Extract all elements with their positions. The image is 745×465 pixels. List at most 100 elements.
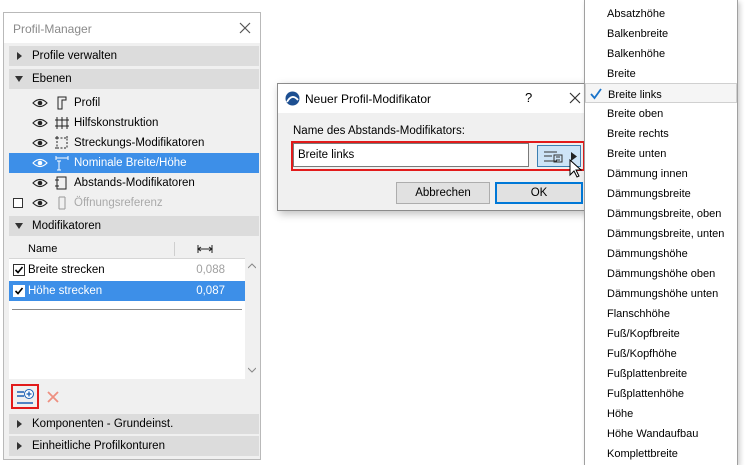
eye-icon[interactable] [32,197,48,209]
menu-item-label: Fuß/Kopfbreite [607,328,680,340]
layer-label: Nominale Breite/Höhe [74,157,187,169]
collapse-arrow-icon [15,76,23,82]
menu-item-label: Flanschhöhe [607,308,670,320]
scroll-down-icon[interactable] [248,367,256,373]
modifier-name-label: Name des Abstands-Modifikators: [293,125,465,137]
cancel-button[interactable]: Abbrechen [396,182,490,204]
modifier-value: 0,088 [196,264,225,276]
menu-item-label: Balkenbreite [607,28,669,40]
eye-icon[interactable] [32,157,48,169]
menu-item[interactable]: Breite oben [585,103,737,123]
profile-manager-panel: Profil-Manager Profile verwalten Ebenen … [3,12,261,460]
menu-item[interactable]: Breite unten [585,143,737,163]
column-header-name[interactable]: Name [28,243,57,255]
help-button[interactable]: ? [525,90,532,105]
stretch-modifier-icon [55,136,68,149]
menu-item-label: Fuß/Kopfhöhe [607,348,677,360]
menu-item-label: Dämmung innen [607,168,688,180]
menu-item[interactable]: Komplettbreite [585,443,737,463]
menu-item-label: Fußplattenhöhe [607,388,685,400]
layer-row-oeffnungsreferenz[interactable]: Öffnungsreferenz [9,193,259,213]
menu-item-label: Breite links [608,89,662,101]
close-icon[interactable] [568,91,582,105]
section-label: Einheitliche Profilkonturen [32,440,165,452]
table-row[interactable]: Höhe strecken 0,087 [9,281,245,301]
menu-item[interactable]: Breite rechts [585,123,737,143]
menu-item[interactable]: Fuß/Kopfhöhe [585,343,737,363]
menu-item-label: Breite rechts [607,128,669,140]
add-modifier-button[interactable] [11,384,39,409]
expand-arrow-icon [17,52,22,60]
layer-row-profil[interactable]: Profil [9,93,259,113]
checkbox-checked[interactable] [13,285,25,297]
visibility-checkbox[interactable] [13,198,23,208]
eye-icon[interactable] [32,97,48,109]
section-label: Ebenen [32,73,72,85]
menu-item[interactable]: Dämmungsbreite [585,183,737,203]
menu-item-label: Breite [607,68,636,80]
section-label: Profile verwalten [32,50,118,62]
add-modifier-icon [17,389,34,404]
menu-item[interactable]: Flanschhöhe [585,303,737,323]
table-row[interactable]: Breite strecken 0,088 [9,260,245,280]
scroll-up-icon[interactable] [248,263,256,269]
panel-title: Profil-Manager [13,22,92,36]
menu-item[interactable]: Absatzhöhe [585,3,737,23]
expand-arrow-icon [17,420,22,428]
layer-row-nominale-breite-hoehe[interactable]: Nominale Breite/Höhe [9,153,259,173]
menu-item[interactable]: Dämmung innen [585,163,737,183]
eye-icon[interactable] [32,177,48,189]
menu-item[interactable]: Fuß/Kopfbreite [585,323,737,343]
menu-item[interactable]: Dämmungshöhe [585,243,737,263]
section-modifikatoren[interactable]: Modifikatoren [9,216,259,236]
nominal-dimension-icon [55,156,69,171]
close-icon[interactable] [237,20,253,36]
menu-item[interactable]: Höhe Wandaufbau [585,423,737,443]
offset-modifier-icon [55,176,67,190]
section-komponenten[interactable]: Komponenten - Grundeinst. [9,414,259,434]
modifier-value: 0,087 [196,285,225,297]
menu-item[interactable]: Dämmungsbreite, unten [585,223,737,243]
eye-icon[interactable] [32,117,48,129]
delete-icon[interactable] [46,390,60,404]
section-label: Komponenten - Grundeinst. [32,418,174,430]
modifier-name-input[interactable] [293,143,529,167]
dimension-width-icon[interactable] [196,242,214,256]
modifier-name: Breite strecken [28,264,105,276]
menu-item[interactable]: Balkenbreite [585,23,737,43]
section-ebenen[interactable]: Ebenen [9,69,259,89]
menu-item[interactable]: Breite [585,63,737,83]
menu-item[interactable]: Dämmungshöhe unten [585,283,737,303]
menu-item[interactable]: Fußplattenhöhe [585,383,737,403]
layer-row-hilfskonstruktion[interactable]: Hilfskonstruktion [9,113,259,133]
dialog-titlebar: Neuer Profil-Modifikator ? [278,84,592,113]
menu-item[interactable]: Breite links [585,83,737,103]
mouse-cursor-icon [569,159,583,178]
panel-titlebar: Profil-Manager [4,13,260,43]
section-label: Modifikatoren [32,220,102,232]
menu-item-label: Höhe Wandaufbau [607,428,699,440]
modifier-table: Name Breite strecken 0,088 Höhe strecken… [9,239,245,379]
column-divider[interactable] [174,242,175,256]
layer-row-abstands-modifikatoren[interactable]: Abstands-Modifikatoren [9,173,259,193]
menu-item-label: Höhe [607,408,634,420]
menu-item-label: Balkenhöhe [607,48,666,60]
menu-item[interactable]: Dämmungsbreite, oben [585,203,737,223]
checkbox-checked[interactable] [13,264,25,276]
list-picker-icon [544,151,563,163]
section-profile-verwalten[interactable]: Profile verwalten [9,46,259,66]
menu-item-label: Komplettbreite [607,448,678,460]
menu-item-label: Breite oben [607,108,664,120]
eye-icon[interactable] [32,137,48,149]
section-profilkonturen[interactable]: Einheitliche Profilkonturen [9,436,259,456]
menu-item[interactable]: Dämmungshöhe oben [585,263,737,283]
menu-item[interactable]: Fußplattenbreite [585,363,737,383]
menu-item[interactable]: Balkenhöhe [585,43,737,63]
layer-row-streckungs-modifikatoren[interactable]: Streckungs-Modifikatoren [9,133,259,153]
table-header: Name [9,239,245,259]
menu-item-label: Dämmungshöhe [607,248,688,260]
ok-button[interactable]: OK [495,182,583,204]
table-scrollbar[interactable] [245,259,259,379]
menu-item[interactable]: Höhe [585,403,737,423]
menu-item-label: Dämmungshöhe unten [607,288,719,300]
